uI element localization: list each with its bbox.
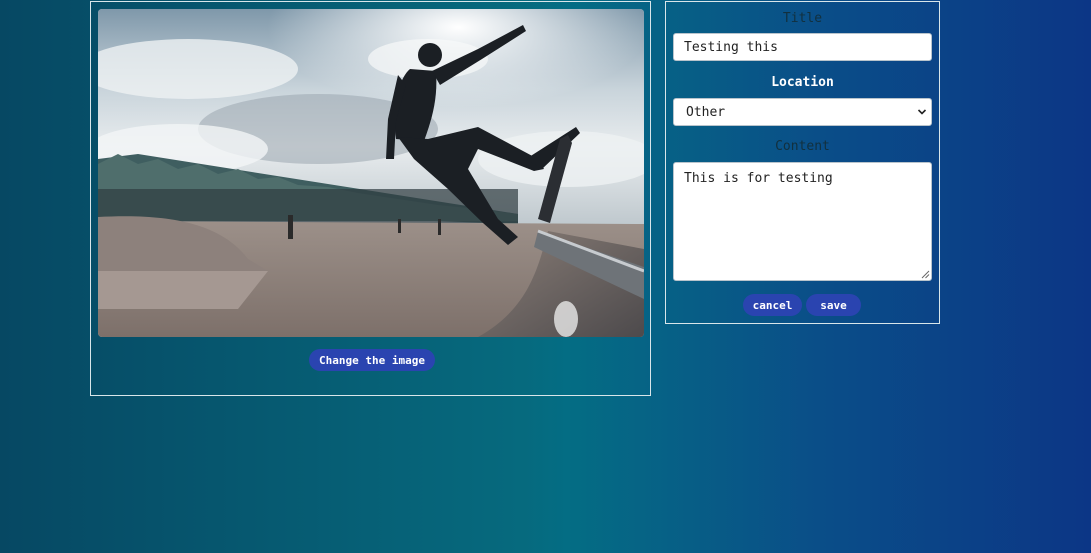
change-image-button[interactable]: Change the image [309, 349, 435, 371]
photo-illustration [98, 9, 644, 337]
image-panel: Change the image [90, 1, 651, 396]
resize-handle-icon[interactable] [921, 270, 930, 279]
content-textarea[interactable]: This is for testing [673, 162, 932, 281]
location-selected-value: Other [686, 104, 726, 120]
content-label: Content [775, 139, 830, 154]
location-select[interactable]: Other [673, 98, 932, 126]
cancel-button[interactable]: cancel [743, 294, 802, 316]
title-label: Title [782, 11, 823, 26]
skateboarder-photo [98, 9, 644, 337]
save-button[interactable]: save [806, 294, 861, 316]
edit-post-form: Title Location Other Content This is for… [665, 1, 940, 324]
title-input[interactable] [673, 33, 932, 61]
chevron-down-icon [917, 109, 927, 115]
location-label: Location [771, 75, 834, 90]
